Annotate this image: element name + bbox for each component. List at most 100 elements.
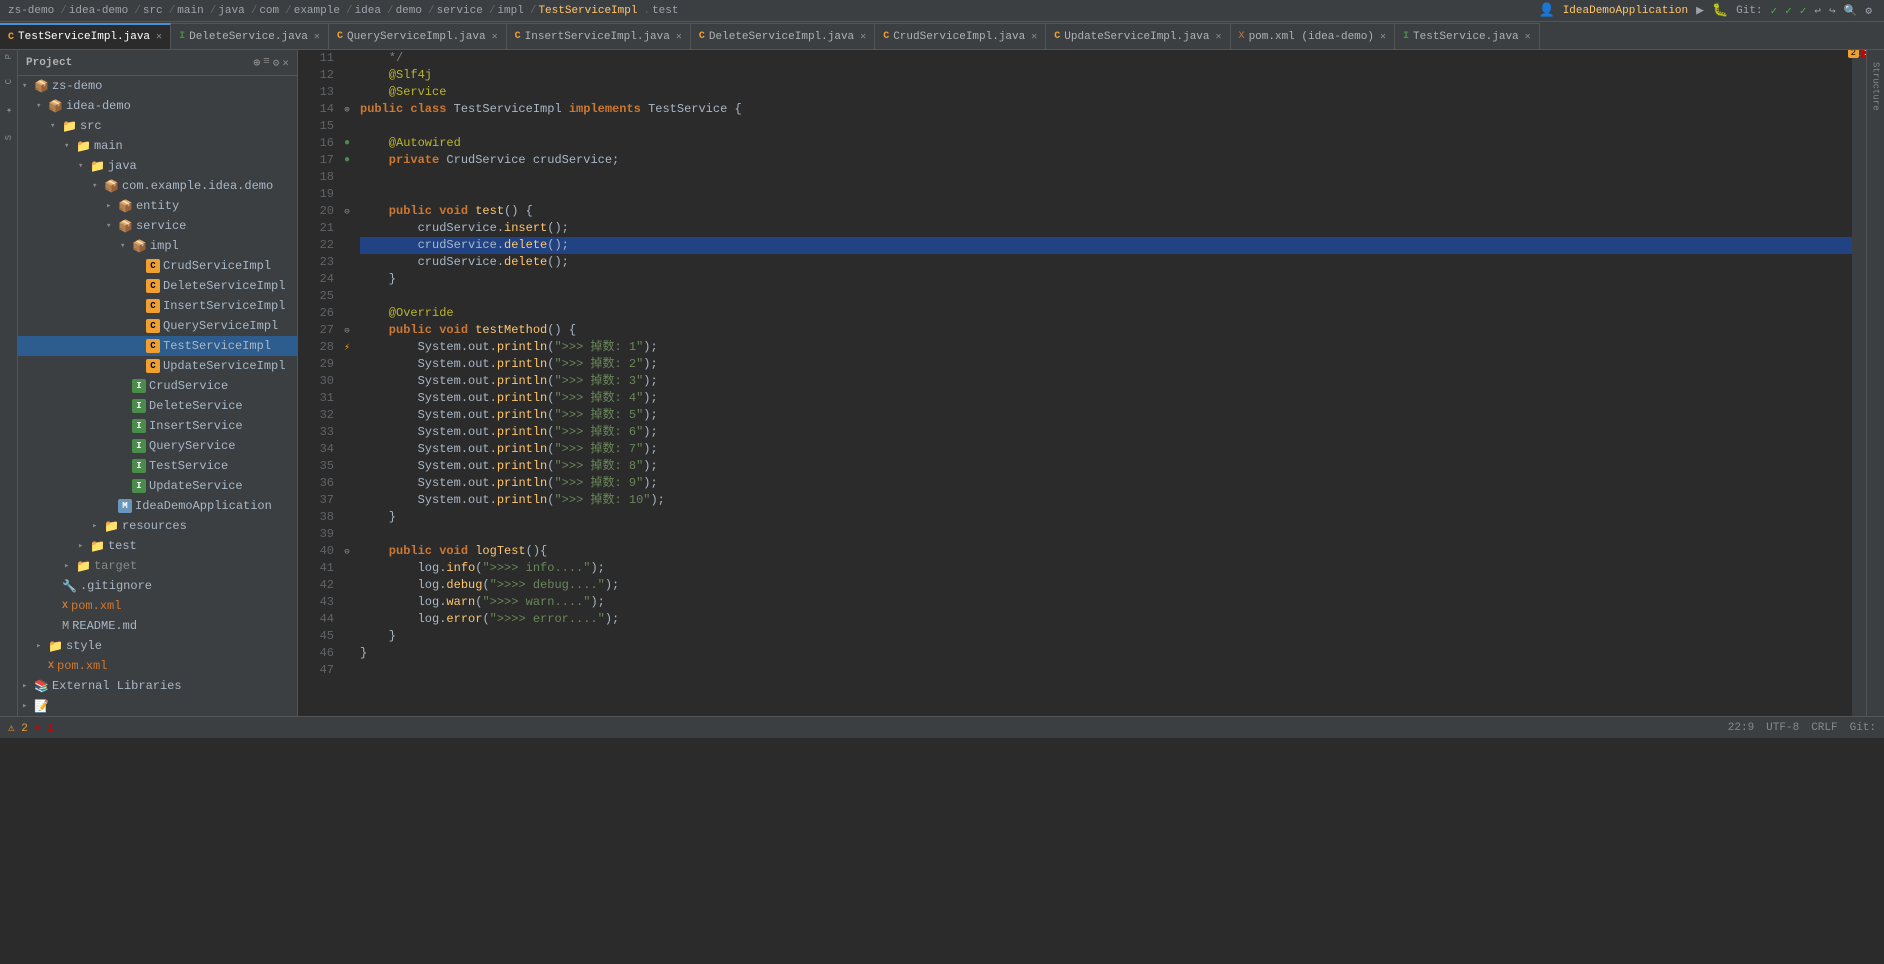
tree-item-style[interactable]: ▸ 📁 style xyxy=(18,636,297,656)
status-git: Git: xyxy=(1850,722,1876,734)
tree-item-queryserviceimpl[interactable]: ▸ C QueryServiceImpl xyxy=(18,316,297,336)
tab-testserviceimpl[interactable]: C TestServiceImpl.java ✕ xyxy=(0,23,171,49)
tree-item-pomxml-ideademo[interactable]: ▸ X pom.xml xyxy=(18,596,297,616)
tree-item-impl[interactable]: ▾ 📦 impl xyxy=(18,236,297,256)
sidebar-favorites-icon[interactable]: ★ xyxy=(4,105,14,115)
tree-item-testserviceimpl[interactable]: ▸ C TestServiceImpl xyxy=(18,336,297,356)
tab-deleteservice[interactable]: I DeleteService.java ✕ xyxy=(171,23,329,49)
tree-item-insertservice[interactable]: ▸ I InsertService xyxy=(18,416,297,436)
checkmark1-icon: ✓ xyxy=(1771,4,1778,18)
undo-icon[interactable]: ↩ xyxy=(1814,4,1821,18)
editor-right-gutter[interactable]: 2 1 xyxy=(1852,50,1866,716)
tree-item-pomxml-root[interactable]: ▸ X pom.xml xyxy=(18,656,297,676)
tree-item-testservice[interactable]: ▸ I TestService xyxy=(18,456,297,476)
tree-item-queryservice[interactable]: ▸ I QueryService xyxy=(18,436,297,456)
tree-item-insertserviceimpl[interactable]: ▸ C InsertServiceImpl xyxy=(18,296,297,316)
tab-deleteserviceimpl[interactable]: C DeleteServiceImpl.java ✕ xyxy=(691,23,875,49)
breadcrumb-idea-demo[interactable]: idea-demo xyxy=(69,5,128,17)
panel-close-icon[interactable]: ✕ xyxy=(282,56,289,70)
icon-readme: M xyxy=(62,619,69,633)
tree-item-package[interactable]: ▾ 📦 com.example.idea.demo xyxy=(18,176,297,196)
arrow-main: ▾ xyxy=(64,141,76,151)
tree-item-resources[interactable]: ▸ 📁 resources xyxy=(18,516,297,536)
run-button[interactable]: ▶ xyxy=(1696,3,1704,18)
breadcrumb-service[interactable]: service xyxy=(437,5,483,17)
code-line-23: crudService.delete(); xyxy=(360,254,1852,271)
structure-panel-label[interactable]: Structure xyxy=(1869,54,1883,119)
tree-item-crudserviceimpl[interactable]: ▸ C CrudServiceImpl xyxy=(18,256,297,276)
search-icon[interactable]: 🔍 xyxy=(1844,4,1858,18)
tree-item-external-libs[interactable]: ▸ 📚 External Libraries xyxy=(18,676,297,696)
breadcrumb-example[interactable]: example xyxy=(294,5,340,17)
status-errors[interactable]: ✕ 1 xyxy=(34,721,54,735)
tab-testservice[interactable]: I TestService.java ✕ xyxy=(1395,23,1540,49)
breadcrumb-demo[interactable]: demo xyxy=(396,5,422,17)
tree-item-ideademoapplication[interactable]: ▸ M IdeaDemoApplication xyxy=(18,496,297,516)
debug-button[interactable]: 🐛 xyxy=(1712,3,1728,18)
breadcrumb-main[interactable]: main xyxy=(177,5,203,17)
profile-icon[interactable]: 👤 xyxy=(1539,3,1555,18)
breadcrumb-java[interactable]: java xyxy=(218,5,244,17)
tree-item-deleteservice[interactable]: ▸ I DeleteService xyxy=(18,396,297,416)
label-readme: README.md xyxy=(72,619,137,633)
editor-content[interactable]: 11 12 13 14 15 16 17 18 19 20 21 22 23 2… xyxy=(298,50,1866,716)
breadcrumb-src[interactable]: src xyxy=(143,5,163,17)
sidebar-structure-icon[interactable]: S xyxy=(4,135,14,140)
tree-item-deleteserviceimpl[interactable]: ▸ C DeleteServiceImpl xyxy=(18,276,297,296)
sidebar-commit-icon[interactable]: C xyxy=(4,79,14,84)
tree-item-readme[interactable]: ▸ M README.md xyxy=(18,616,297,636)
breadcrumb-idea[interactable]: idea xyxy=(355,5,381,17)
tree-item-target[interactable]: ▸ 📁 target xyxy=(18,556,297,576)
tab-close-deleteservice[interactable]: ✕ xyxy=(314,31,320,43)
tab-queryserviceimpl[interactable]: C QueryServiceImpl.java ✕ xyxy=(329,23,507,49)
tab-close-deleteserviceimpl[interactable]: ✕ xyxy=(860,31,866,43)
status-line-sep[interactable]: CRLF xyxy=(1811,722,1837,734)
tree-item-src[interactable]: ▾ 📁 src xyxy=(18,116,297,136)
tree-item-main[interactable]: ▾ 📁 main xyxy=(18,136,297,156)
sidebar-project-icon[interactable]: P xyxy=(4,54,14,59)
breadcrumb-zs-demo[interactable]: zs-demo xyxy=(8,5,54,17)
tab-close-crudserviceimpl[interactable]: ✕ xyxy=(1031,31,1037,43)
settings-icon[interactable]: ⚙ xyxy=(1865,4,1872,18)
label-style: style xyxy=(66,639,102,653)
tree-item-updateserviceimpl[interactable]: ▸ C UpdateServiceImpl xyxy=(18,356,297,376)
icon-updateservice: I xyxy=(132,479,146,493)
panel-settings-icon[interactable]: ⚙ xyxy=(273,56,280,70)
breadcrumb-impl[interactable]: impl xyxy=(497,5,523,17)
status-warnings[interactable]: ⚠ 2 xyxy=(8,721,28,735)
warning-count-badge: 2 xyxy=(1848,50,1859,58)
tab-close-testserviceimpl[interactable]: ✕ xyxy=(156,31,162,43)
collapse-all-icon[interactable]: ≡ xyxy=(263,56,270,70)
tab-close-updateserviceimpl[interactable]: ✕ xyxy=(1216,31,1222,43)
tab-icon-deleteserviceimpl: C xyxy=(699,31,705,42)
locate-file-icon[interactable]: ⊕ xyxy=(254,56,261,70)
tree-item-idea-demo[interactable]: ▾ 📦 idea-demo xyxy=(18,96,297,116)
breadcrumb-com[interactable]: com xyxy=(259,5,279,17)
tab-close-insertserviceimpl[interactable]: ✕ xyxy=(676,31,682,43)
tab-crudserviceimpl[interactable]: C CrudServiceImpl.java ✕ xyxy=(875,23,1046,49)
tab-label-queryserviceimpl: QueryServiceImpl.java xyxy=(347,31,486,43)
tree-item-zs-demo[interactable]: ▾ 📦 zs-demo xyxy=(18,76,297,96)
tab-pomxml[interactable]: X pom.xml (idea-demo) ✕ xyxy=(1231,23,1395,49)
tab-close-pomxml[interactable]: ✕ xyxy=(1380,31,1386,43)
tree-item-entity[interactable]: ▸ 📦 entity xyxy=(18,196,297,216)
redo-icon[interactable]: ↪ xyxy=(1829,4,1836,18)
tab-close-testservice[interactable]: ✕ xyxy=(1525,31,1531,43)
label-src: src xyxy=(80,119,102,133)
tree-item-crudservice[interactable]: ▸ I CrudService xyxy=(18,376,297,396)
status-encoding[interactable]: UTF-8 xyxy=(1766,722,1799,734)
tab-icon-insertserviceimpl: C xyxy=(515,31,521,42)
tree-item-service[interactable]: ▾ 📦 service xyxy=(18,216,297,236)
tab-insertserviceimpl[interactable]: C InsertServiceImpl.java ✕ xyxy=(507,23,691,49)
tab-close-queryserviceimpl[interactable]: ✕ xyxy=(492,31,498,43)
tree-item-updateservice[interactable]: ▸ I UpdateService xyxy=(18,476,297,496)
project-tree[interactable]: ▾ 📦 zs-demo ▾ 📦 idea-demo ▾ 📁 src xyxy=(18,76,297,716)
tab-updateserviceimpl[interactable]: C UpdateServiceImpl.java ✕ xyxy=(1046,23,1230,49)
tree-item-java[interactable]: ▾ 📁 java xyxy=(18,156,297,176)
breadcrumb-testserviceimpl[interactable]: TestServiceImpl xyxy=(538,5,637,17)
tree-item-scratches[interactable]: ▸ 📝 xyxy=(18,696,297,716)
breadcrumb-test[interactable]: test xyxy=(652,5,678,17)
code-editor[interactable]: */ @Slf4j @Service public class TestServ… xyxy=(356,50,1852,716)
tree-item-gitignore[interactable]: ▸ 🔧 .gitignore xyxy=(18,576,297,596)
tree-item-test[interactable]: ▸ 📁 test xyxy=(18,536,297,556)
